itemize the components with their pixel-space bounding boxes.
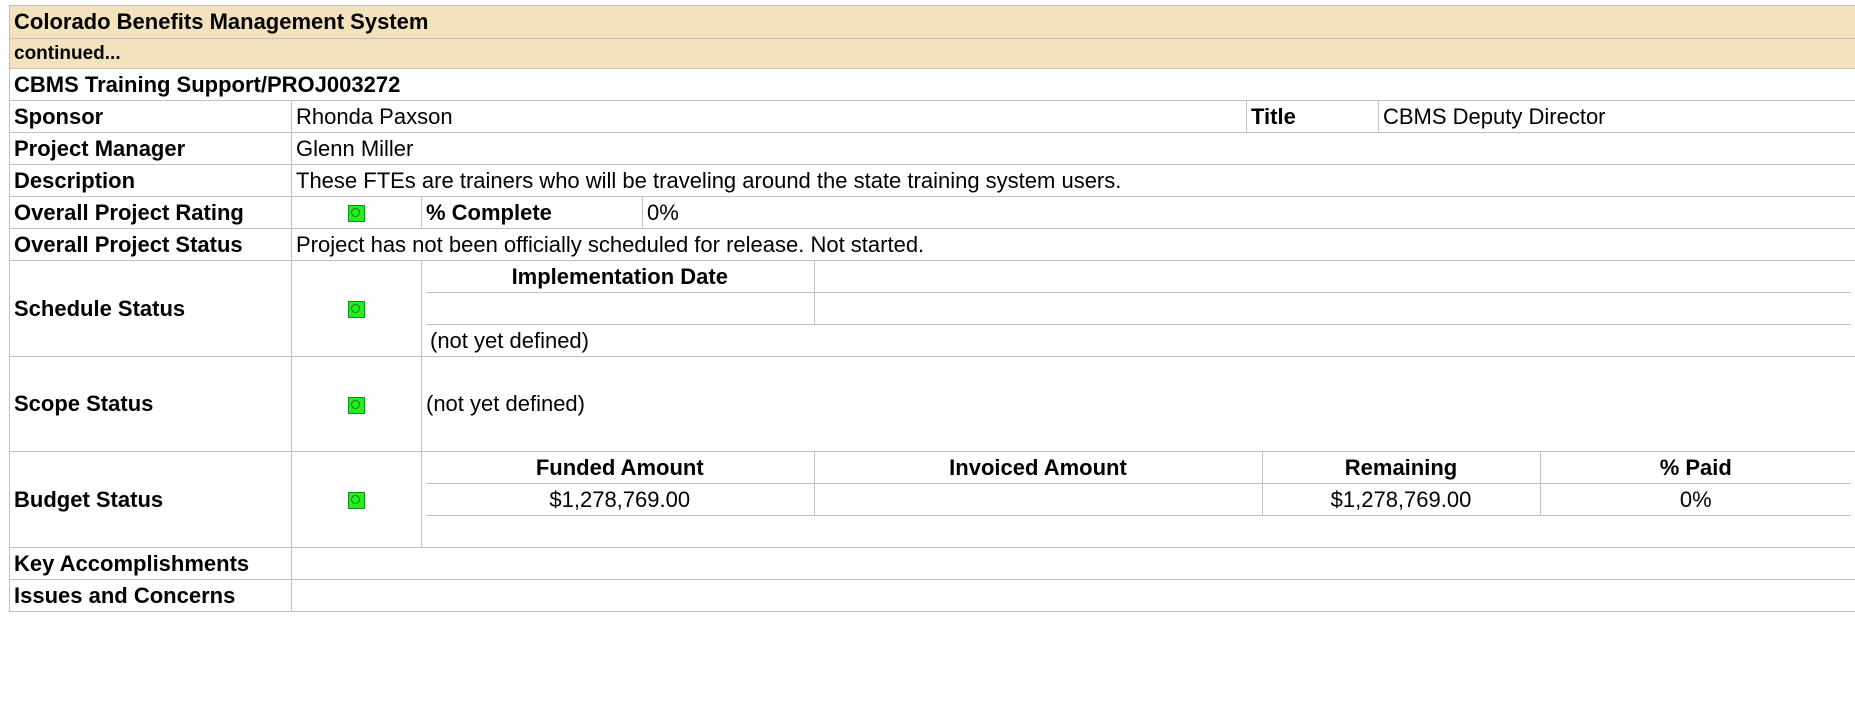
schedule-blank-cell <box>813 261 1852 293</box>
continued-row: continued... <box>8 38 1855 69</box>
budget-header-funded: Funded Amount <box>426 452 815 484</box>
scope-row: Scope Status (not yet defined) <box>9 356 1855 452</box>
schedule-row: Schedule Status Implementation Date (not… <box>9 260 1855 357</box>
description-label: Description <box>9 164 292 197</box>
budget-detail: Funded Amount Invoiced Amount Remaining … <box>420 451 1855 548</box>
description-row: Description These FTEs are trainers who … <box>9 164 1855 197</box>
budget-detail-table: Funded Amount Invoiced Amount Remaining … <box>426 452 1852 547</box>
manager-label: Project Manager <box>9 132 292 165</box>
scope-note: (not yet defined) <box>420 356 1855 452</box>
project-status-report: Colorado Benefits Management System cont… <box>8 5 1855 612</box>
scope-label: Scope Status <box>9 356 292 452</box>
overall-status-label: Overall Project Status <box>9 228 292 261</box>
budget-header-paid: % Paid <box>1539 452 1852 484</box>
schedule-indicator-cell <box>291 260 422 357</box>
green-status-icon <box>348 492 365 510</box>
scope-indicator-cell <box>291 356 422 452</box>
budget-invoiced-value <box>813 483 1263 516</box>
rating-indicator-cell <box>291 196 422 229</box>
issues-value <box>290 579 1855 612</box>
budget-row: Budget Status Funded Amount Invoiced Amo… <box>9 451 1855 548</box>
system-title: Colorado Benefits Management System <box>8 5 1855 39</box>
manager-row: Project Manager Glenn Miller <box>9 132 1855 165</box>
project-name-row: CBMS Training Support/PROJ003272 <box>8 68 1855 101</box>
schedule-note: (not yet defined) <box>426 324 1852 356</box>
schedule-label: Schedule Status <box>9 260 292 357</box>
green-status-icon <box>348 205 365 223</box>
sponsor-label: Sponsor <box>9 100 292 133</box>
budget-header-remaining: Remaining <box>1261 452 1541 484</box>
impl-date-header: Implementation Date <box>426 261 815 293</box>
schedule-detail-table: Implementation Date (not yet defined) <box>426 261 1852 356</box>
issues-row: Issues and Concerns <box>9 579 1855 612</box>
schedule-detail: Implementation Date (not yet defined) <box>420 260 1855 357</box>
rating-row: Overall Project Rating % Complete 0% <box>9 196 1855 229</box>
overall-status-text: Project has not been officially schedule… <box>290 228 1855 261</box>
title-value: CBMS Deputy Director <box>1377 100 1855 133</box>
budget-paid-value: 0% <box>1539 483 1852 516</box>
complete-label: % Complete <box>421 196 643 229</box>
accomplishments-row: Key Accomplishments <box>9 547 1855 580</box>
budget-note <box>426 515 1852 547</box>
project-name: CBMS Training Support/PROJ003272 <box>8 68 1855 101</box>
budget-label: Budget Status <box>9 451 292 548</box>
green-status-icon <box>348 301 365 319</box>
system-title-row: Colorado Benefits Management System <box>8 5 1855 39</box>
budget-remaining-value: $1,278,769.00 <box>1261 483 1541 516</box>
report-page: Colorado Benefits Management System cont… <box>0 0 1855 612</box>
sponsor-value: Rhonda Paxson <box>291 100 1247 133</box>
schedule-blank-cell <box>813 292 1852 325</box>
impl-date-value <box>426 292 815 325</box>
description-value: These FTEs are trainers who will be trav… <box>290 164 1855 197</box>
sponsor-row: Sponsor Rhonda Paxson Title CBMS Deputy … <box>9 100 1855 133</box>
budget-indicator-cell <box>291 451 422 548</box>
title-label: Title <box>1246 100 1379 133</box>
continued-label: continued... <box>8 38 1855 69</box>
rating-label: Overall Project Rating <box>9 196 292 229</box>
budget-header-invoiced: Invoiced Amount <box>813 452 1263 484</box>
overall-status-row: Overall Project Status Project has not b… <box>9 228 1855 261</box>
issues-label: Issues and Concerns <box>9 579 292 612</box>
manager-value: Glenn Miller <box>290 132 1855 165</box>
accomplishments-value <box>290 547 1855 580</box>
accomplishments-label: Key Accomplishments <box>9 547 292 580</box>
complete-value: 0% <box>641 196 1855 229</box>
budget-funded-value: $1,278,769.00 <box>426 483 815 516</box>
green-status-icon <box>348 396 365 414</box>
